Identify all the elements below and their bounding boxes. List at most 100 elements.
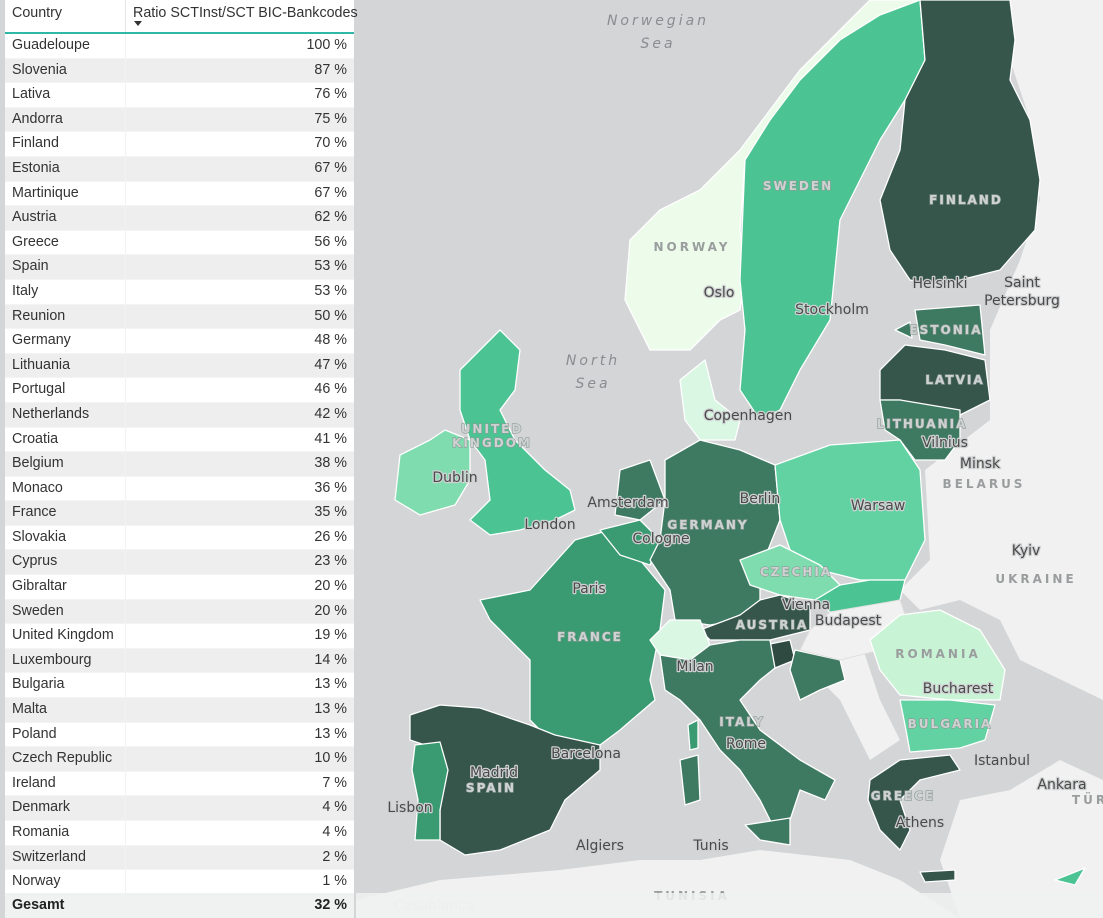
column-divider (125, 132, 126, 156)
table-row[interactable]: Lithuania 47 % (5, 353, 354, 379)
label-romania: ROMANIA (895, 647, 980, 661)
cell-country: Netherlands (12, 405, 90, 422)
table-row[interactable]: Germany 48 % (5, 329, 354, 354)
cell-ratio: 75 % (314, 110, 347, 127)
cell-ratio: 67 % (314, 159, 347, 176)
table-header: Country Ratio SCTInst/SCT BIC-Bankcodes (5, 0, 358, 34)
cell-country: Malta (12, 701, 47, 718)
label-turkey: TÜR (1072, 792, 1103, 807)
table-row[interactable]: United Kingdom 19 % (5, 624, 354, 649)
column-divider (125, 501, 126, 525)
table-row[interactable]: Sweden 20 % (5, 599, 354, 625)
label-uk-line2: KINGDOM (452, 436, 532, 450)
column-header-country[interactable]: Country (12, 5, 62, 21)
table-row[interactable]: Greece 56 % (5, 230, 354, 256)
table-row[interactable]: Czech Republic 10 % (5, 747, 354, 772)
city-istanbul: Istanbul (974, 753, 1030, 769)
column-divider (125, 870, 126, 894)
table-row[interactable]: Denmark 4 % (5, 796, 354, 821)
table-row[interactable]: Italy 53 % (5, 279, 354, 305)
column-divider (125, 476, 126, 501)
total-label: Gesamt (12, 897, 65, 913)
table-row[interactable]: France 35 % (5, 501, 354, 526)
cell-ratio: 87 % (314, 61, 347, 78)
table-row[interactable]: Slovenia 87 % (5, 58, 354, 84)
column-divider (125, 230, 126, 255)
label-germany: GERMANY (667, 518, 748, 532)
city-rome: Rome (726, 736, 766, 752)
column-divider (125, 624, 126, 648)
city-lisbon: Lisbon (387, 800, 432, 816)
table-row[interactable]: Bulgaria 13 % (5, 673, 354, 699)
city-tunis: Tunis (692, 838, 728, 854)
column-header-ratio[interactable]: Ratio SCTInst/SCT BIC-Bankcodes (133, 5, 358, 21)
cell-ratio: 67 % (314, 184, 347, 201)
city-berlin: Berlin (740, 491, 781, 507)
table-row[interactable]: Estonia 67 % (5, 156, 354, 182)
cell-ratio: 53 % (314, 258, 347, 275)
table-row[interactable]: Belgium 38 % (5, 452, 354, 477)
label-france: FRANCE (557, 630, 623, 644)
column-divider (125, 107, 126, 132)
table-row[interactable]: Romania 4 % (5, 821, 354, 846)
table-row[interactable]: Malta 13 % (5, 698, 354, 723)
country-corsica[interactable] (687, 719, 699, 751)
cell-country: Lativa (12, 86, 51, 103)
city-bucharest: Bucharest (923, 681, 994, 697)
city-vilnius: Vilnius (922, 435, 968, 451)
cell-country: Czech Republic (12, 750, 113, 767)
table-row[interactable]: Spain 53 % (5, 255, 354, 280)
table-row[interactable]: Guadeloupe 100 % (5, 34, 354, 59)
table-row[interactable]: Reunion 50 % (5, 304, 354, 330)
table-row[interactable]: Luxembourg 14 % (5, 648, 354, 674)
city-ankara: Ankara (1037, 777, 1086, 793)
table-row[interactable]: Monaco 36 % (5, 476, 354, 502)
table-row[interactable]: Austria 62 % (5, 206, 354, 231)
city-warsaw: Warsaw (851, 498, 906, 514)
cell-ratio: 20 % (314, 578, 347, 595)
city-cologne: Cologne (632, 531, 689, 547)
column-divider (125, 599, 126, 624)
table-row[interactable]: Cyprus 23 % (5, 550, 354, 576)
cell-ratio: 38 % (314, 455, 347, 472)
country-greece-crete[interactable] (919, 869, 956, 883)
column-divider (125, 255, 126, 279)
table-row[interactable]: Lativa 76 % (5, 83, 354, 108)
cell-country: Belgium (12, 455, 64, 472)
cell-ratio: 19 % (314, 627, 347, 644)
table-row[interactable]: Ireland 7 % (5, 771, 354, 797)
table-row[interactable]: Gibraltar 20 % (5, 575, 354, 600)
column-divider (125, 304, 126, 329)
cell-country: Reunion (12, 307, 66, 324)
table-row[interactable]: Martinique 67 % (5, 181, 354, 207)
cell-country: Andorra (12, 110, 63, 127)
label-ukraine: UKRAINE (995, 572, 1076, 586)
column-divider (125, 156, 126, 181)
table-row[interactable]: Norway 1 % (5, 870, 354, 895)
column-divider (125, 698, 126, 722)
table-row[interactable]: Croatia 41 % (5, 427, 354, 453)
table-row[interactable]: Poland 13 % (5, 722, 354, 748)
table-row[interactable]: Slovakia 26 % (5, 525, 354, 551)
label-finland: FINLAND (929, 193, 1003, 207)
table-row[interactable]: Switzerland 2 % (5, 845, 354, 871)
column-divider (125, 452, 126, 476)
city-algiers: Algiers (576, 838, 624, 854)
column-divider (125, 58, 126, 83)
sort-descending-icon[interactable] (134, 21, 142, 26)
table-row[interactable]: Portugal 46 % (5, 378, 354, 403)
cell-country: Spain (12, 258, 49, 275)
column-divider (125, 747, 126, 771)
table-row[interactable]: Netherlands 42 % (5, 402, 354, 428)
sea-label-north: North (566, 353, 620, 369)
cell-ratio: 76 % (314, 86, 347, 103)
cell-country: Greece (12, 233, 59, 250)
table-row[interactable]: Andorra 75 % (5, 107, 354, 133)
cell-country: Norway (12, 873, 61, 890)
cell-ratio: 20 % (314, 602, 347, 619)
cell-country: Romania (12, 824, 70, 840)
cell-ratio: 35 % (314, 504, 347, 521)
column-divider (125, 378, 126, 402)
table-row[interactable]: Finland 70 % (5, 132, 354, 157)
city-vienna: Vienna (782, 597, 830, 613)
